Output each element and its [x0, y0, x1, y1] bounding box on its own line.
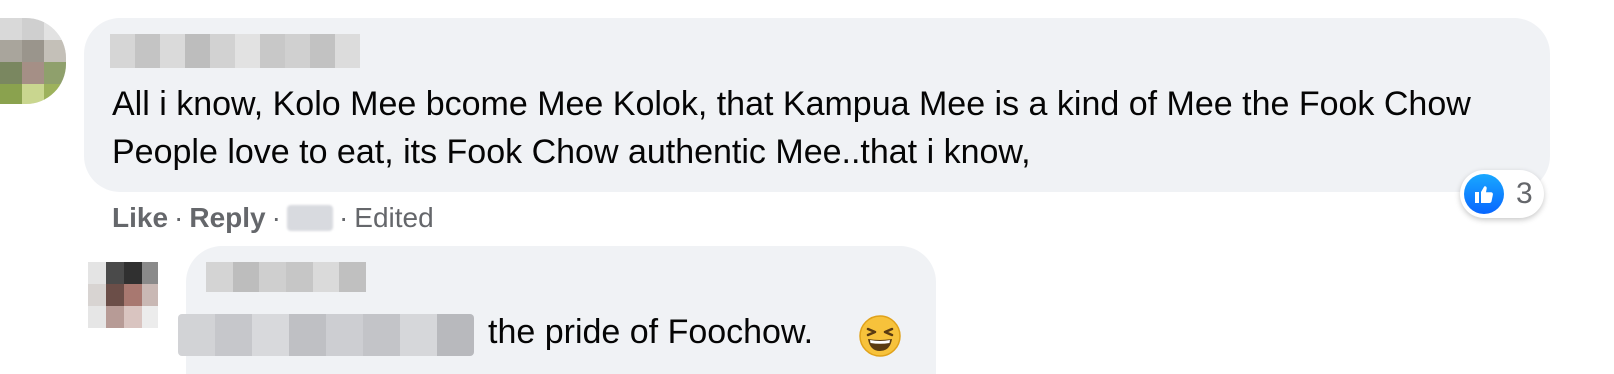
separator-dot: · — [271, 202, 281, 233]
reaction-count: 3 — [1516, 177, 1533, 210]
mentioned-user-blurred[interactable] — [178, 314, 474, 356]
like-icon — [1464, 174, 1504, 214]
separator-dot: · — [338, 202, 349, 233]
commenter-avatar[interactable] — [0, 18, 66, 104]
edited-label: Edited — [354, 202, 434, 233]
reply-link[interactable]: Reply — [189, 202, 265, 234]
comment-actions: Like · Reply · · Edited — [112, 198, 434, 238]
reply-text: the pride of Foochow. — [488, 313, 814, 351]
timestamp-blurred[interactable] — [286, 205, 333, 231]
commenter-name-blurred[interactable] — [110, 34, 360, 68]
like-link[interactable]: Like — [112, 202, 168, 234]
reaction-badge[interactable]: 3 — [1460, 170, 1544, 218]
grinning-squinting-face-icon — [858, 314, 902, 358]
replier-name-blurred[interactable] — [206, 262, 367, 292]
separator-dot: · — [174, 202, 184, 233]
replier-avatar[interactable] — [88, 262, 158, 328]
comment-text: All i know, Kolo Mee bcome Mee Kolok, th… — [112, 85, 1481, 171]
